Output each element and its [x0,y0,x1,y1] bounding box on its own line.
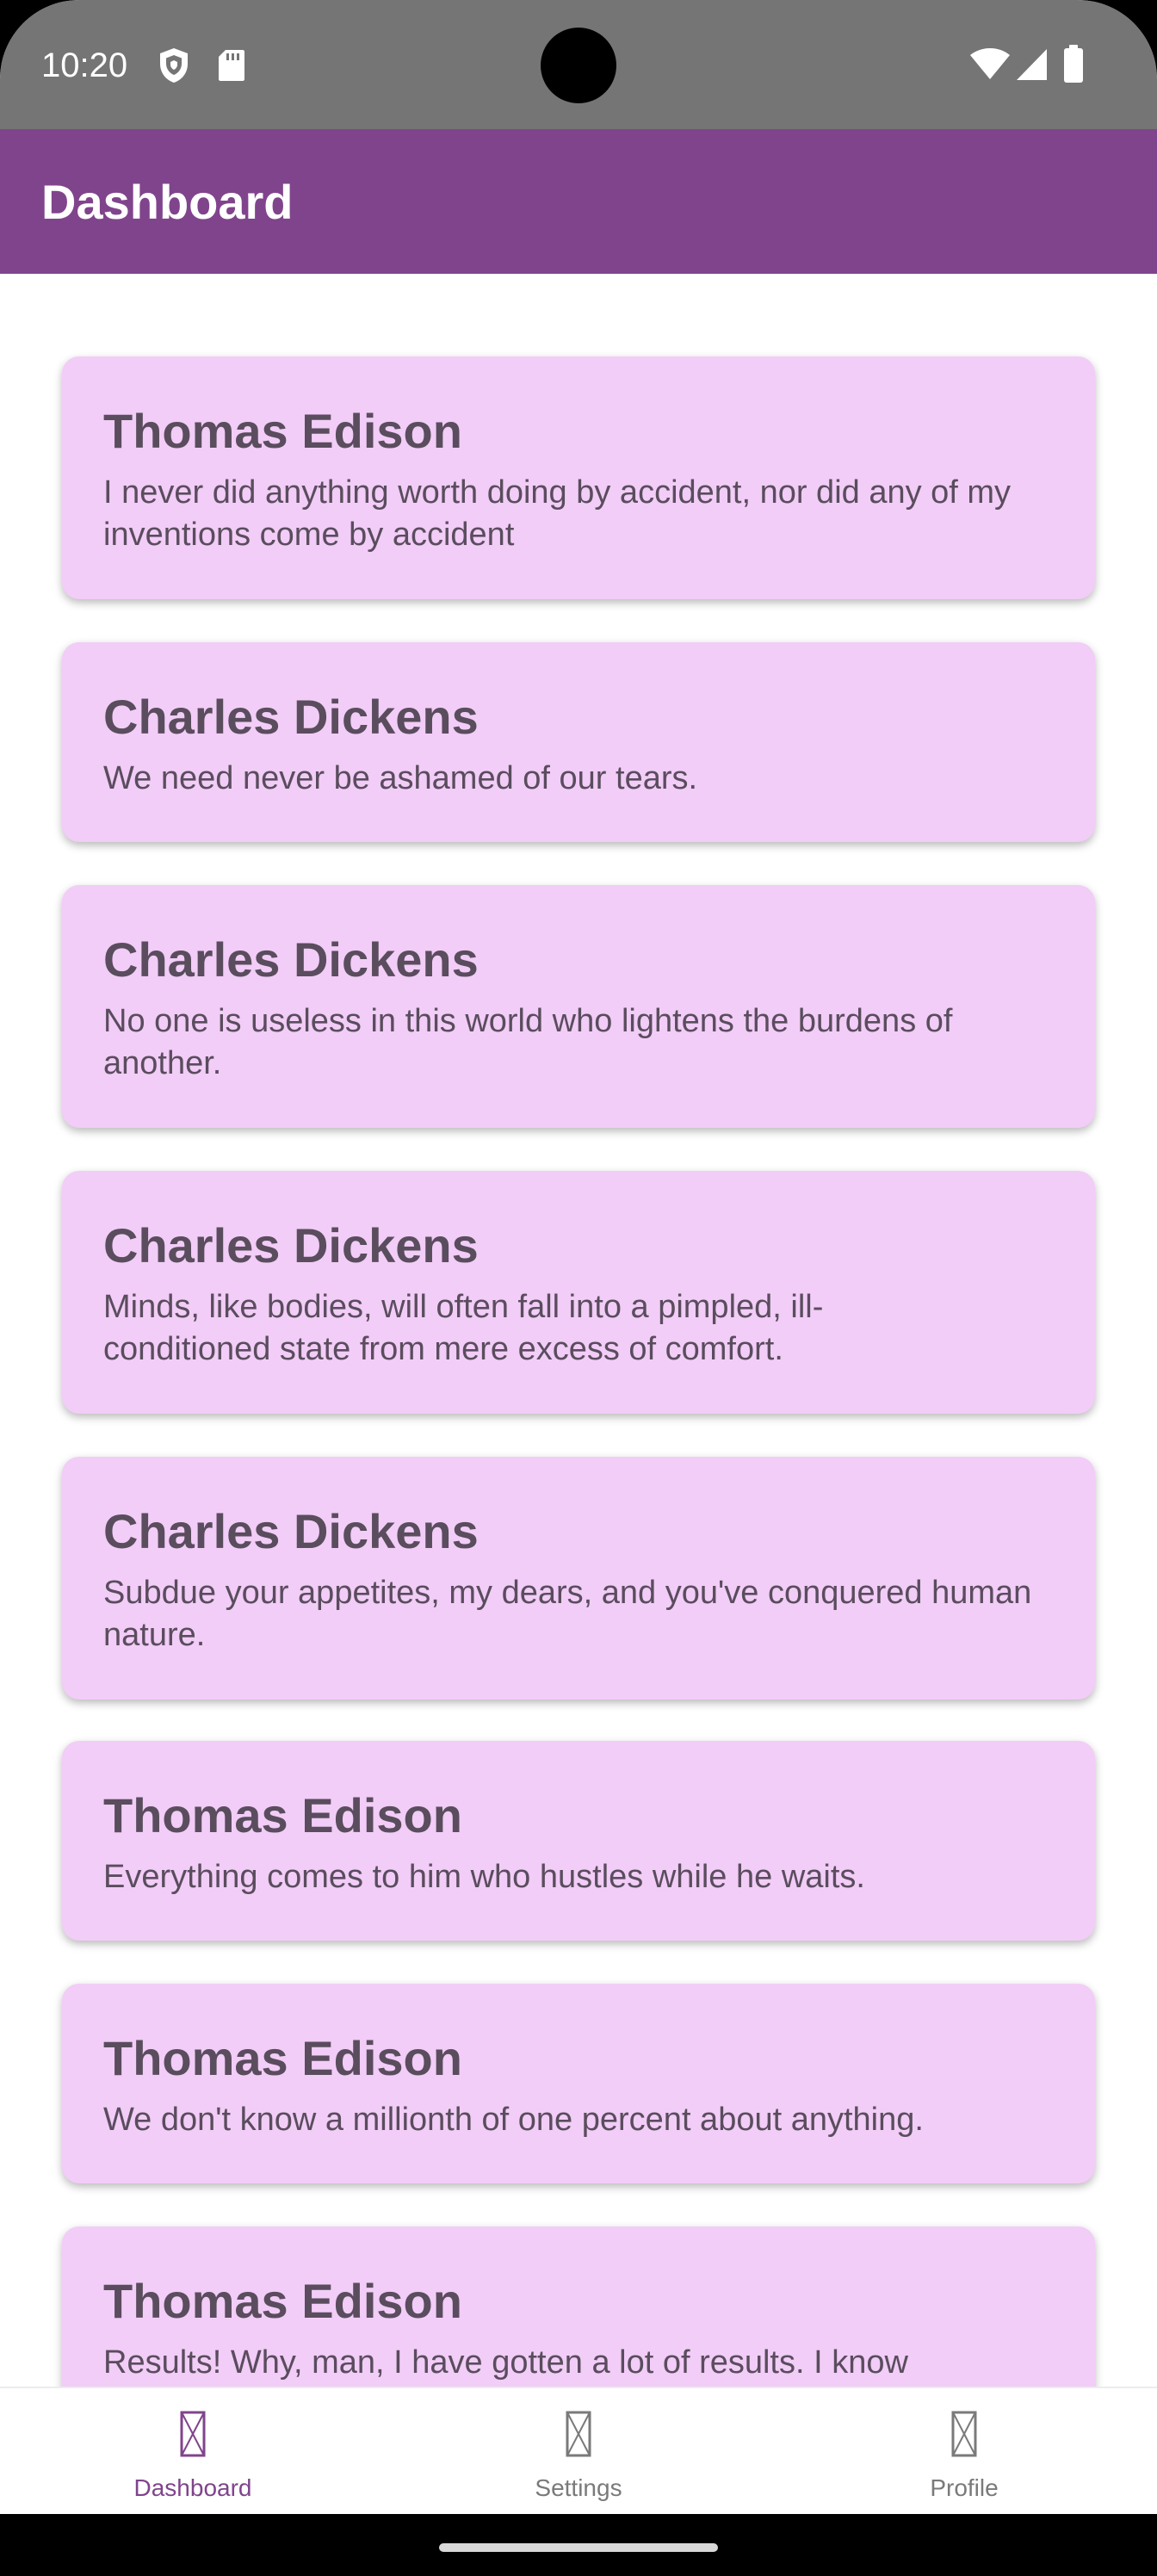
quote-card[interactable]: Charles Dickens Minds, like bodies, will… [62,1171,1095,1414]
app-bar: Dashboard [0,129,1157,274]
quote-text: We don't know a millionth of one percent… [103,2102,924,2138]
signal-icon [1016,48,1049,85]
quote-card[interactable]: Thomas Edison Results! Why, man, I have … [62,2226,1095,2387]
quote-card[interactable]: Thomas Edison We don't know a millionth … [62,1984,1095,2183]
gesture-area [0,2514,1157,2576]
camera-cutout [541,28,616,103]
home-gesture-handle[interactable] [439,2543,718,2552]
page-title: Dashboard [41,175,294,229]
quote-author: Charles Dickens [103,1504,479,1558]
quote-card[interactable]: Charles Dickens We need never be ashamed… [62,642,1095,842]
shield-icon [158,46,189,89]
nav-item-profile[interactable]: Profile [771,2388,1157,2516]
quote-author: Charles Dickens [103,690,479,744]
quote-list[interactable]: Thomas Edison I never did anything worth… [0,274,1157,2387]
quote-text: Results! Why, man, I have gotten a lot o… [103,2344,908,2381]
quote-author: Thomas Edison [103,2274,462,2328]
status-bar: 10:20 [0,0,1157,129]
quote-card[interactable]: Thomas Edison I never did anything worth… [62,356,1095,599]
quote-author: Charles Dickens [103,932,479,987]
quote-author: Thomas Edison [103,1788,462,1842]
quote-author: Thomas Edison [103,404,462,458]
quote-text: We need never be ashamed of our tears. [103,760,698,796]
nav-label-dashboard: Dashboard [133,2474,252,2501]
placeholder-icon [566,2411,591,2457]
wifi-icon [969,48,1011,85]
bottom-navigation: Dashboard Settings Profile [0,2387,1157,2516]
nav-item-settings[interactable]: Settings [386,2388,771,2516]
quote-author: Charles Dickens [103,1218,479,1273]
quote-text: Everything comes to him who hustles whil… [103,1859,865,1895]
quote-card[interactable]: Charles Dickens No one is useless in thi… [62,885,1095,1128]
nav-item-dashboard[interactable]: Dashboard [0,2388,386,2516]
quote-card[interactable]: Charles Dickens Subdue your appetites, m… [62,1457,1095,1700]
placeholder-icon [951,2411,977,2457]
quote-text: No one is useless in this world who ligh… [103,1003,953,1081]
quote-text: Minds, like bodies, will often fall into… [103,1289,824,1367]
status-time: 10:20 [41,46,128,84]
battery-icon [1062,45,1085,87]
placeholder-icon [180,2411,206,2457]
quote-text: Subdue your appetites, my dears, and you… [103,1575,1032,1653]
nav-label-profile: Profile [930,2474,999,2501]
quote-author: Thomas Edison [103,2031,462,2085]
sd-card-icon [217,48,246,87]
phone-screen: 10:20 Dashboard Thomas Edison I never di… [0,0,1157,2576]
quote-card[interactable]: Thomas Edison Everything comes to him wh… [62,1741,1095,1941]
nav-label-settings: Settings [535,2474,622,2501]
quote-text: I never did anything worth doing by acci… [103,474,1012,553]
